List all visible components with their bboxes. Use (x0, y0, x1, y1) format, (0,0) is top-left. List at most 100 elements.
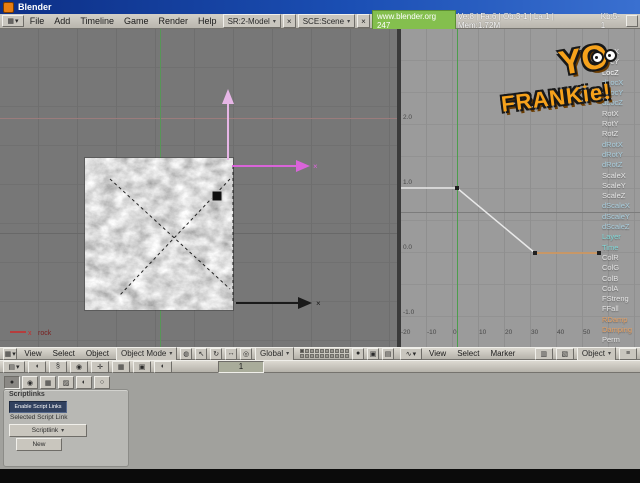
subcontext-texture-icon[interactable] (40, 376, 56, 389)
viewport-type-icon[interactable] (3, 347, 18, 360)
layer-button-12[interactable] (305, 354, 310, 358)
viewport-menu-object[interactable]: Object (82, 349, 113, 358)
ipo-channel-locx[interactable]: LocX (602, 47, 640, 57)
ipo-channel-colr[interactable]: ColR (602, 253, 640, 263)
orientation-dropdown[interactable]: Global (255, 346, 295, 361)
screen-selector[interactable]: SR:2-Model (222, 14, 281, 28)
ipo-editor[interactable]: 2.0 1.0 0.0 -1.0 -20 -10 0 10 20 30 40 50 LocX LocY… (401, 29, 640, 347)
context-world-icon[interactable] (154, 360, 172, 373)
ipo-channel-layer[interactable]: Layer (602, 232, 640, 242)
ipo-channel-scaley[interactable]: ScaleY (602, 181, 640, 191)
viewport-menu-select[interactable]: Select (49, 349, 79, 358)
layer-button-7[interactable] (330, 349, 335, 353)
context-script-icon[interactable] (49, 360, 67, 373)
snap-icon[interactable] (382, 347, 394, 360)
ipo-channel-drotx[interactable]: dRotX (602, 140, 640, 150)
ipo-channel-dlocx[interactable]: dLocX (602, 78, 640, 88)
ipo-channel-damping[interactable]: Damping (602, 325, 640, 335)
object-origin-marker[interactable] (211, 190, 223, 202)
menu-timeline[interactable]: Timeline (76, 16, 118, 26)
ipo-channel-colb[interactable]: ColB (602, 274, 640, 284)
ipo-channel-time[interactable]: Time (602, 243, 640, 253)
ipo-type-icon[interactable] (400, 347, 422, 360)
subcontext-physics-icon[interactable] (94, 376, 110, 389)
screen-close-button[interactable]: × (282, 14, 296, 28)
subcontext-world-icon[interactable] (76, 376, 92, 389)
layer-button-8[interactable] (335, 349, 340, 353)
subcontext-radiosity-icon[interactable] (58, 376, 74, 389)
ipo-channel-rotx[interactable]: RotX (602, 109, 640, 119)
ipo-channel-scalex[interactable]: ScaleX (602, 171, 640, 181)
window-type-icon[interactable] (2, 15, 24, 27)
layer-button-17[interactable] (330, 354, 335, 358)
panel-tab-label[interactable]: Scriptlinks (9, 391, 45, 398)
mode-dropdown[interactable]: Object Mode (115, 346, 178, 361)
draw-type-icon[interactable] (180, 347, 193, 360)
layer-button-19[interactable] (340, 354, 345, 358)
rotate-manipulator-icon[interactable] (210, 347, 223, 360)
ipo-menu-marker[interactable]: Marker (486, 349, 519, 358)
context-editing-icon[interactable] (112, 360, 130, 373)
layer-button-20[interactable] (345, 354, 350, 358)
paste-icon[interactable] (555, 347, 574, 360)
layer-button-2[interactable] (305, 349, 310, 353)
ipo-menu-select[interactable]: Select (453, 349, 483, 358)
enable-script-links-toggle[interactable]: Enable Script Links (9, 401, 67, 413)
layer-button-14[interactable] (315, 354, 320, 358)
menu-render[interactable]: Render (155, 16, 193, 26)
empty-up-arrow[interactable] (222, 89, 234, 160)
ipo-channel-drotz[interactable]: dRotZ (602, 160, 640, 170)
layer-button-9[interactable] (340, 349, 345, 353)
layer-button-18[interactable] (335, 354, 340, 358)
layer-button-5[interactable] (320, 349, 325, 353)
ipo-channel-ffall[interactable]: FFall (602, 304, 640, 314)
ipo-channel-rdamp[interactable]: RDamp (602, 315, 640, 325)
ipo-channel-dscalez[interactable]: dScaleZ (602, 222, 640, 232)
subcontext-lamp-icon[interactable] (4, 376, 20, 389)
empty-right-arrow[interactable]: × (232, 160, 318, 172)
context-object-icon[interactable] (91, 360, 109, 373)
ipo-channel-droty[interactable]: dRotY (602, 150, 640, 160)
layer-button-4[interactable] (315, 349, 320, 353)
ipo-channel-colg[interactable]: ColG (602, 263, 640, 273)
layer-button-10[interactable] (345, 349, 350, 353)
ipo-channel-dlocz[interactable]: dLocZ (602, 98, 640, 108)
ipo-curve-locz[interactable] (401, 186, 601, 255)
ipo-channel-dlocy[interactable]: dLocY (602, 88, 640, 98)
ipo-menu-view[interactable]: View (425, 349, 450, 358)
scene-close-button[interactable]: × (357, 14, 370, 28)
context-shading-icon[interactable] (70, 360, 88, 373)
ipo-channel-locy[interactable]: LocY (602, 57, 640, 67)
scale-manipulator-icon[interactable] (225, 347, 238, 360)
layer-buttons[interactable] (300, 349, 350, 358)
menu-add[interactable]: Add (50, 16, 74, 26)
lock-icon[interactable] (352, 347, 365, 360)
buttons-type-icon[interactable] (3, 360, 25, 373)
sliders-icon[interactable] (619, 347, 637, 360)
viewport-3d[interactable]: × × x rock (0, 29, 397, 347)
ipo-type-dropdown[interactable]: Object (576, 346, 616, 361)
ipo-channel-fstreng[interactable]: FStreng (602, 294, 640, 304)
context-logic-icon[interactable] (28, 360, 46, 373)
menu-game[interactable]: Game (120, 16, 153, 26)
widget-toggle-icon[interactable] (240, 347, 253, 360)
layer-button-15[interactable] (320, 354, 325, 358)
subcontext-material-icon[interactable] (22, 376, 38, 389)
ipo-channel-dscaley[interactable]: dScaleY (602, 212, 640, 222)
black-axis-arrow[interactable]: × (236, 297, 321, 309)
scriptlink-type-dropdown[interactable]: Scriptlink (9, 424, 87, 437)
ipo-channel-roty[interactable]: RotY (602, 119, 640, 129)
copy-icon[interactable] (534, 347, 553, 360)
layer-button-13[interactable] (310, 354, 315, 358)
layer-button-16[interactable] (325, 354, 330, 358)
layer-button-3[interactable] (310, 349, 315, 353)
ipo-channel-cola[interactable]: ColA (602, 284, 640, 294)
context-scene-icon[interactable] (133, 360, 151, 373)
menu-file[interactable]: File (26, 16, 49, 26)
layer-button-1[interactable] (300, 349, 305, 353)
layer-button-6[interactable] (325, 349, 330, 353)
current-frame-field[interactable]: 1 (218, 360, 264, 373)
scene-selector[interactable]: SCE:Scene (297, 14, 356, 28)
translate-manipulator-icon[interactable] (195, 347, 208, 360)
proportional-edit-icon[interactable] (367, 347, 380, 360)
